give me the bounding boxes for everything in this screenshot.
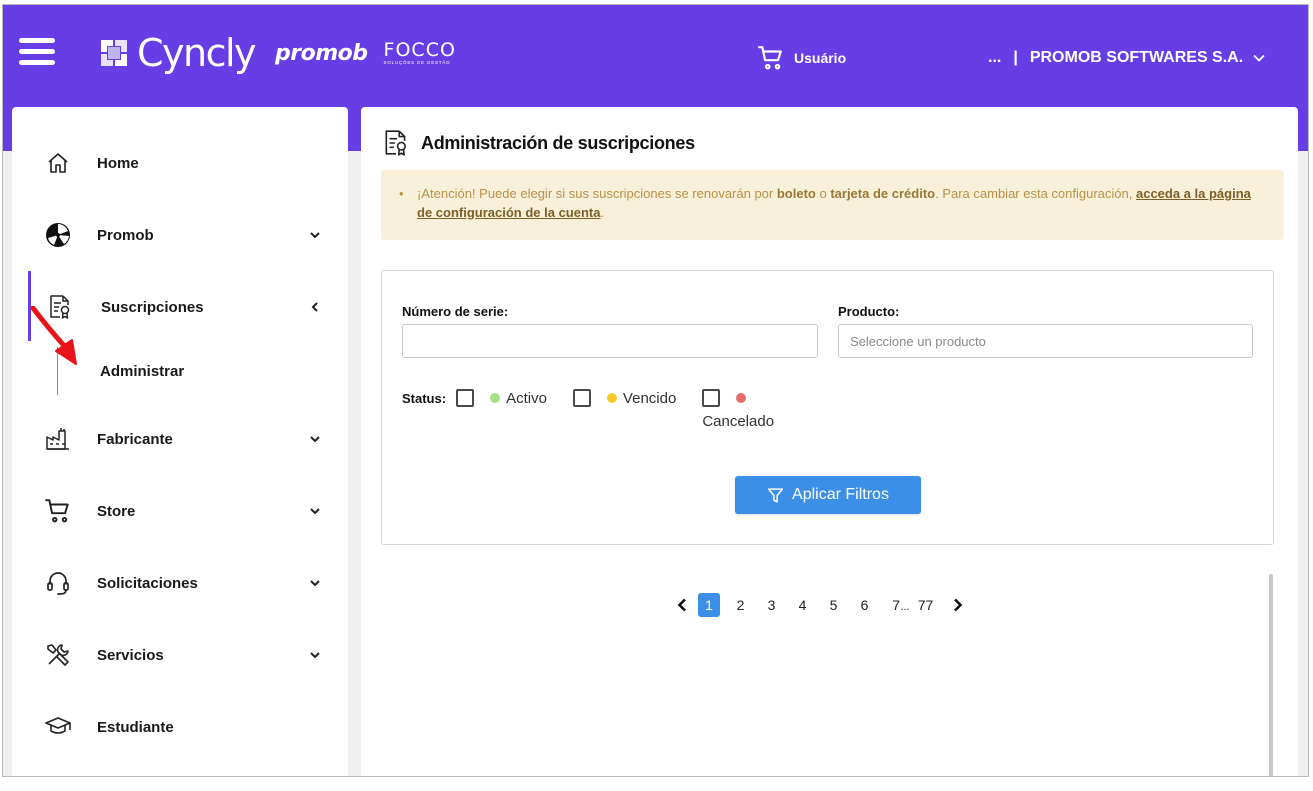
notice-text-part: . <box>600 205 605 220</box>
filter-icon <box>767 487 784 503</box>
promob-icon <box>44 221 72 249</box>
cart-icon <box>44 497 72 525</box>
chevron-down-icon <box>310 580 320 587</box>
status-option-label: Cancelado <box>702 413 775 430</box>
chevron-left-icon <box>311 302 318 312</box>
status-dot-yellow <box>606 393 617 403</box>
notice-text-part: ¡Atención! Puede elegir si sus suscripci… <box>417 186 777 201</box>
brand-logos: Cyncly promob FOCCO SOLUÇÕES DE GESTÃO <box>97 31 456 75</box>
sidebar-item-label: Estudiante <box>97 718 174 736</box>
company-separator: | <box>1013 49 1018 66</box>
notice-text-part: o <box>815 186 831 201</box>
page-title: Administración de suscripciones <box>383 129 695 157</box>
status-option-cancelado: Cancelado <box>702 389 782 430</box>
status-option-label: Vencido <box>622 389 677 407</box>
page-3[interactable]: 3 <box>756 593 787 617</box>
notice-text-part: . Para cambiar esta configuración, <box>935 186 1136 201</box>
focco-logo: FOCCO SOLUÇÕES DE GESTÃO <box>384 40 456 66</box>
page-7[interactable]: 7 <box>880 593 900 617</box>
sidebar-item-label: Servicios <box>97 646 164 664</box>
sidebar-item-store[interactable]: Store <box>12 485 348 537</box>
company-ellipsis: ... <box>988 49 1002 66</box>
chevron-down-icon <box>310 652 320 659</box>
checkbox-cancelado[interactable] <box>702 389 721 407</box>
graduation-icon <box>44 713 72 741</box>
apply-filters-button[interactable]: Aplicar Filtros <box>735 476 921 514</box>
filter-card: Número de serie: Producto: Status: Activ… <box>381 270 1274 545</box>
company-selector[interactable]: ... | PROMOB SOFTWARES S.A. <box>988 49 1267 67</box>
checkbox-vencido[interactable] <box>572 389 591 407</box>
sidebar-item-estudiante[interactable]: Estudiante <box>12 701 348 753</box>
chevron-down-icon <box>310 232 320 239</box>
tools-icon <box>44 641 72 669</box>
sidebar-subitem-administrar[interactable]: Administrar <box>100 363 184 380</box>
status-filter: Status: Activo Vencido Cancelado <box>402 389 808 430</box>
main-panel: Administración de suscripciones • ¡Atenc… <box>361 107 1298 776</box>
pagination-ellipsis: ... <box>900 601 910 613</box>
status-option-label: Activo <box>506 389 547 407</box>
sidebar-item-servicios[interactable]: Servicios <box>12 629 348 681</box>
status-dot-red <box>736 393 747 403</box>
headset-icon <box>44 569 72 597</box>
company-name: PROMOB SOFTWARES S.A. <box>1029 49 1244 66</box>
sidebar-item-label: Fabricante <box>97 430 173 448</box>
status-label: Status: <box>402 391 447 406</box>
status-dot-green <box>490 393 501 403</box>
sidebar-item-label: Suscripciones <box>101 298 204 316</box>
chevron-down-icon <box>310 508 320 515</box>
app-window: Cyncly promob FOCCO SOLUÇÕES DE GESTÃO U… <box>2 4 1309 777</box>
page-title-text: Administración de suscripciones <box>421 132 695 153</box>
serial-number-input[interactable] <box>402 324 818 358</box>
chevron-down-icon <box>310 436 320 443</box>
cyncly-wordmark: Cyncly <box>137 31 257 75</box>
notice-bold-tarjeta: tarjeta de crédito <box>830 186 936 201</box>
home-icon <box>44 149 72 177</box>
sidebar-item-label: Home <box>97 154 139 172</box>
user-label: Usuário <box>794 50 847 66</box>
subscription-icon <box>385 130 406 156</box>
shopping-cart-icon <box>758 46 782 70</box>
serial-label: Número de serie: <box>402 304 509 319</box>
status-option-vencido: Vencido <box>572 389 677 407</box>
factory-icon <box>44 425 72 453</box>
promob-wordmark: promob <box>275 40 368 66</box>
next-page-icon[interactable] <box>947 594 969 616</box>
sidebar-item-label: Promob <box>97 226 154 244</box>
hamburger-menu-icon[interactable] <box>19 38 55 66</box>
page-5[interactable]: 5 <box>818 593 849 617</box>
status-option-activo: Activo <box>456 389 547 407</box>
pagination: 1 2 3 4 5 6 7 ... 77 <box>671 593 969 617</box>
sidebar-item-home[interactable]: Home <box>12 137 348 189</box>
product-select[interactable] <box>838 324 1253 358</box>
notice-bullet: • <box>399 186 404 201</box>
page-6[interactable]: 6 <box>849 593 880 617</box>
notice-bold-boleto: boleto <box>776 186 816 201</box>
user-cart-link[interactable]: Usuário <box>758 45 846 71</box>
apply-filters-label: Aplicar Filtros <box>792 486 889 503</box>
cyncly-logo-icon <box>97 36 131 70</box>
main-scrollbar[interactable] <box>1269 574 1273 776</box>
sidebar-item-label: Store <box>97 502 136 520</box>
sidebar-item-solicitaciones[interactable]: Solicitaciones <box>12 557 348 609</box>
sidebar-item-label: Solicitaciones <box>97 574 198 592</box>
page-1[interactable]: 1 <box>698 593 720 617</box>
sidebar-item-promob[interactable]: Promob <box>12 209 348 261</box>
product-label: Producto: <box>838 304 900 319</box>
checkbox-activo[interactable] <box>456 389 475 407</box>
notice-text: ¡Atención! Puede elegir si sus suscripci… <box>403 184 1262 222</box>
page-2[interactable]: 2 <box>725 593 756 617</box>
prev-page-icon[interactable] <box>671 594 693 616</box>
sidebar: Home Promob Suscripciones Administrar Fa… <box>12 107 348 776</box>
focco-tagline: SOLUÇÕES DE GESTÃO <box>383 60 451 65</box>
chevron-down-icon <box>1253 54 1265 62</box>
page-last[interactable]: 77 <box>910 593 941 617</box>
notice-banner: • ¡Atención! Puede elegir si sus suscrip… <box>381 170 1284 240</box>
sidebar-item-fabricante[interactable]: Fabricante <box>12 413 348 465</box>
page-4[interactable]: 4 <box>787 593 818 617</box>
red-arrow-annotation-icon <box>30 306 77 365</box>
focco-wordmark: FOCCO <box>383 39 456 61</box>
